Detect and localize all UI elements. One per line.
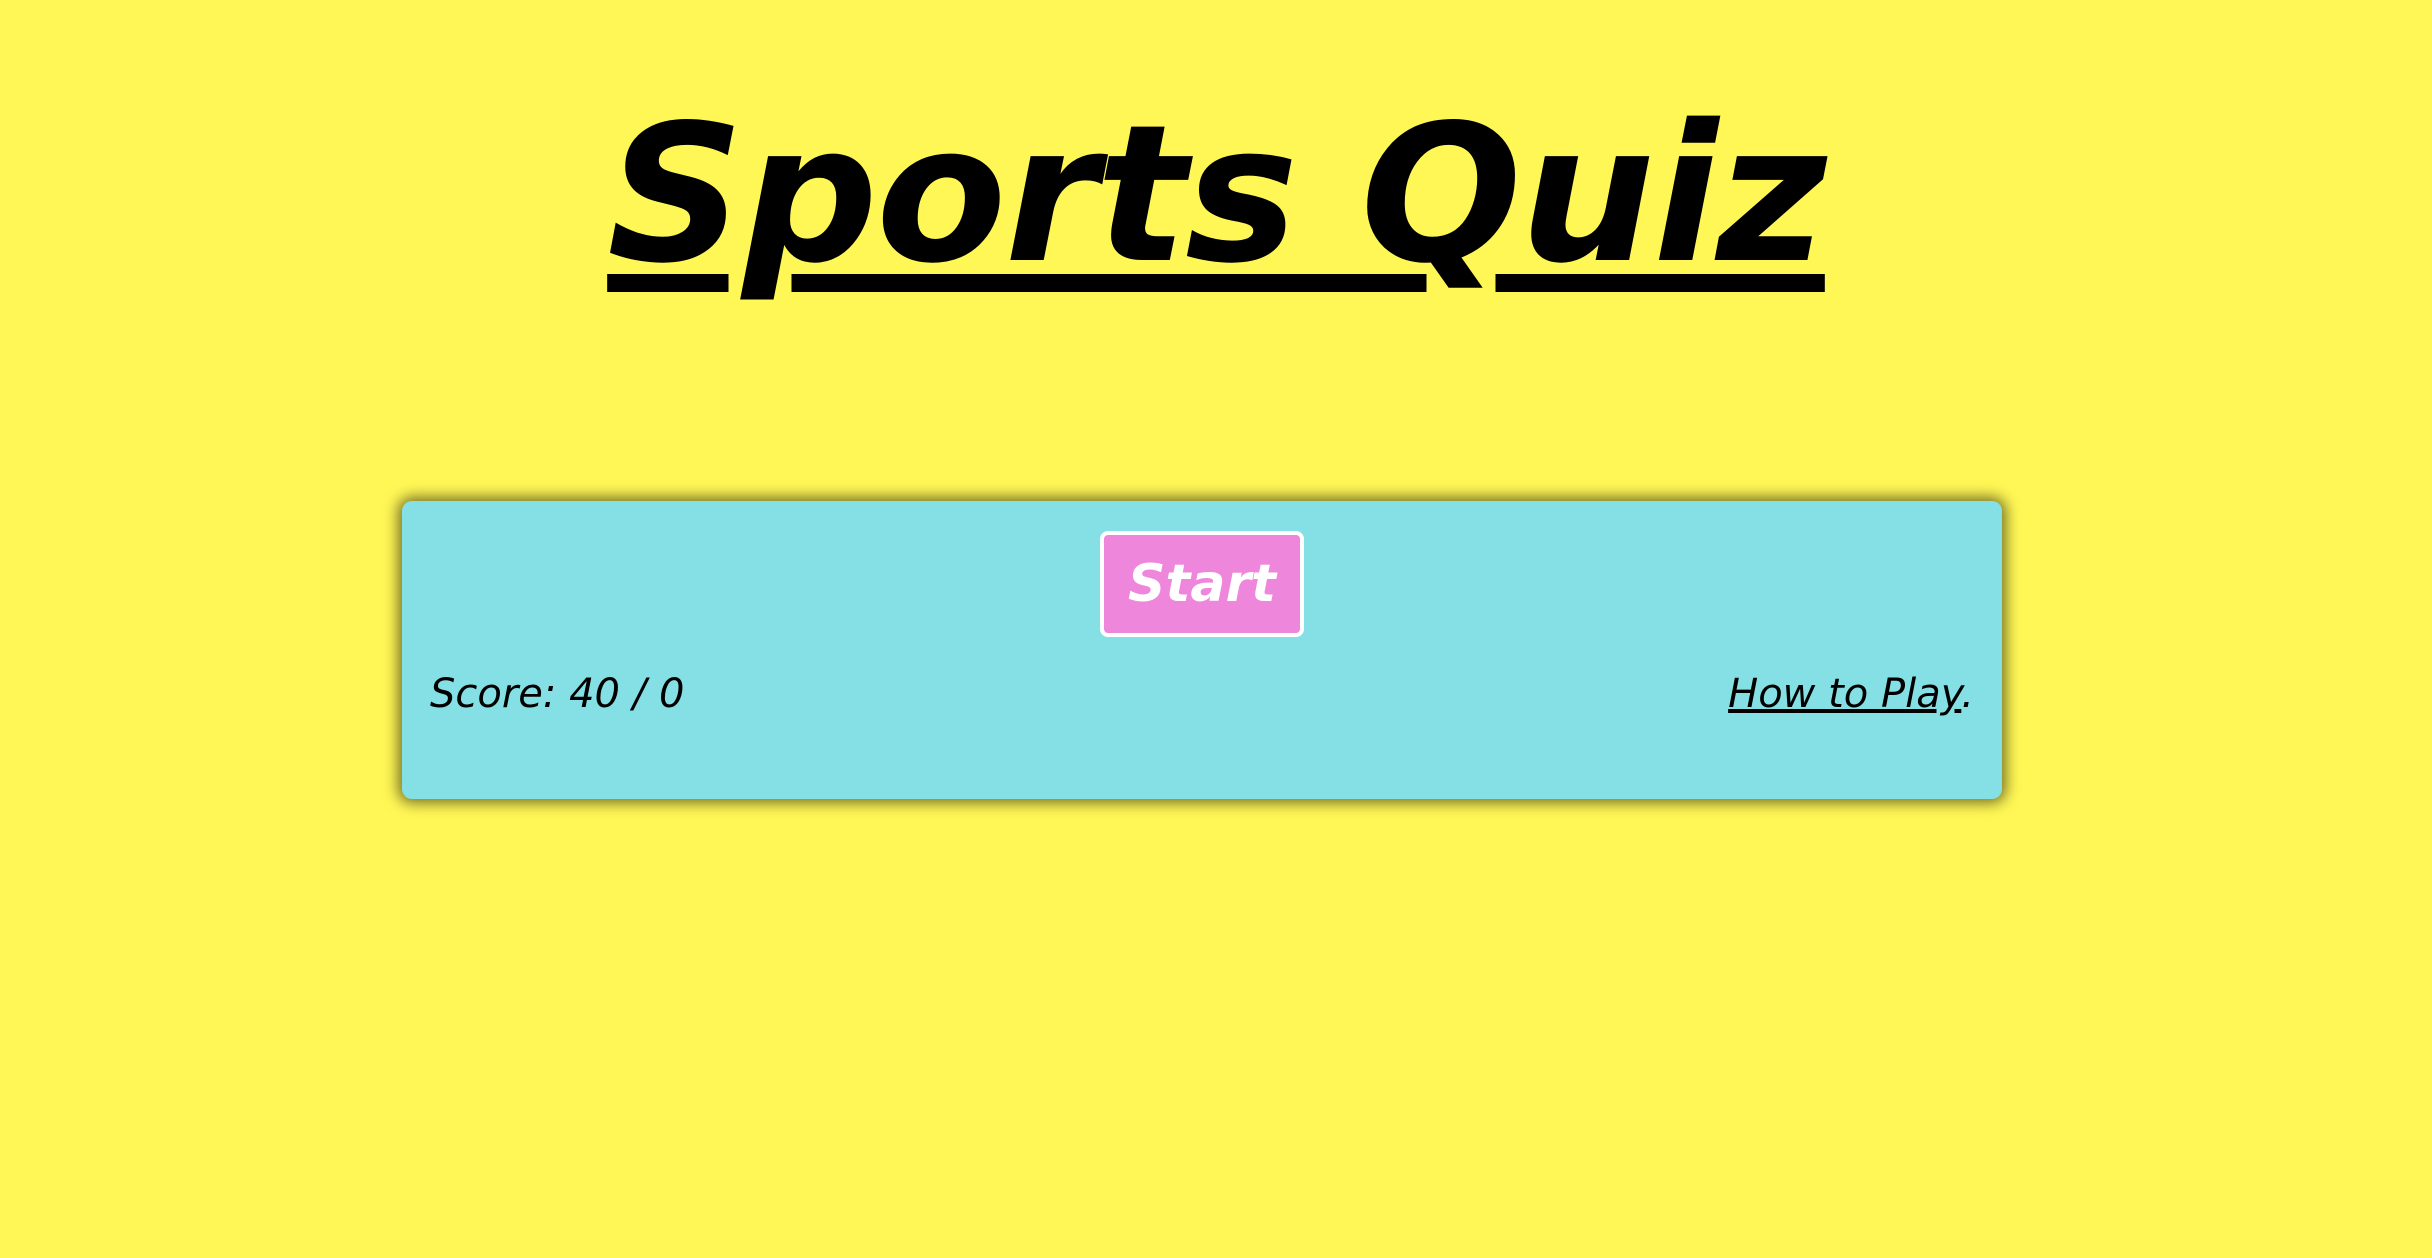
how-to-play-link[interactable]: How to Play — [1728, 671, 1961, 717]
score-display: Score: 40 / 0 — [430, 666, 684, 722]
page-title: Sports Quiz — [607, 84, 1827, 305]
how-to-play-suffix: . — [1961, 671, 1974, 717]
score-separator: / — [632, 671, 647, 717]
how-to-play: How to Play. — [1728, 666, 1974, 722]
score-total: 0 — [658, 671, 685, 717]
page: Sports Quiz Start Score: 40 / 0 How to P… — [0, 0, 2432, 1258]
quiz-panel: Start Score: 40 / 0 How to Play. — [402, 501, 2002, 799]
score-correct: 40 — [569, 671, 621, 717]
score-label: Score: — [430, 671, 557, 717]
start-button[interactable]: Start — [1100, 531, 1304, 637]
